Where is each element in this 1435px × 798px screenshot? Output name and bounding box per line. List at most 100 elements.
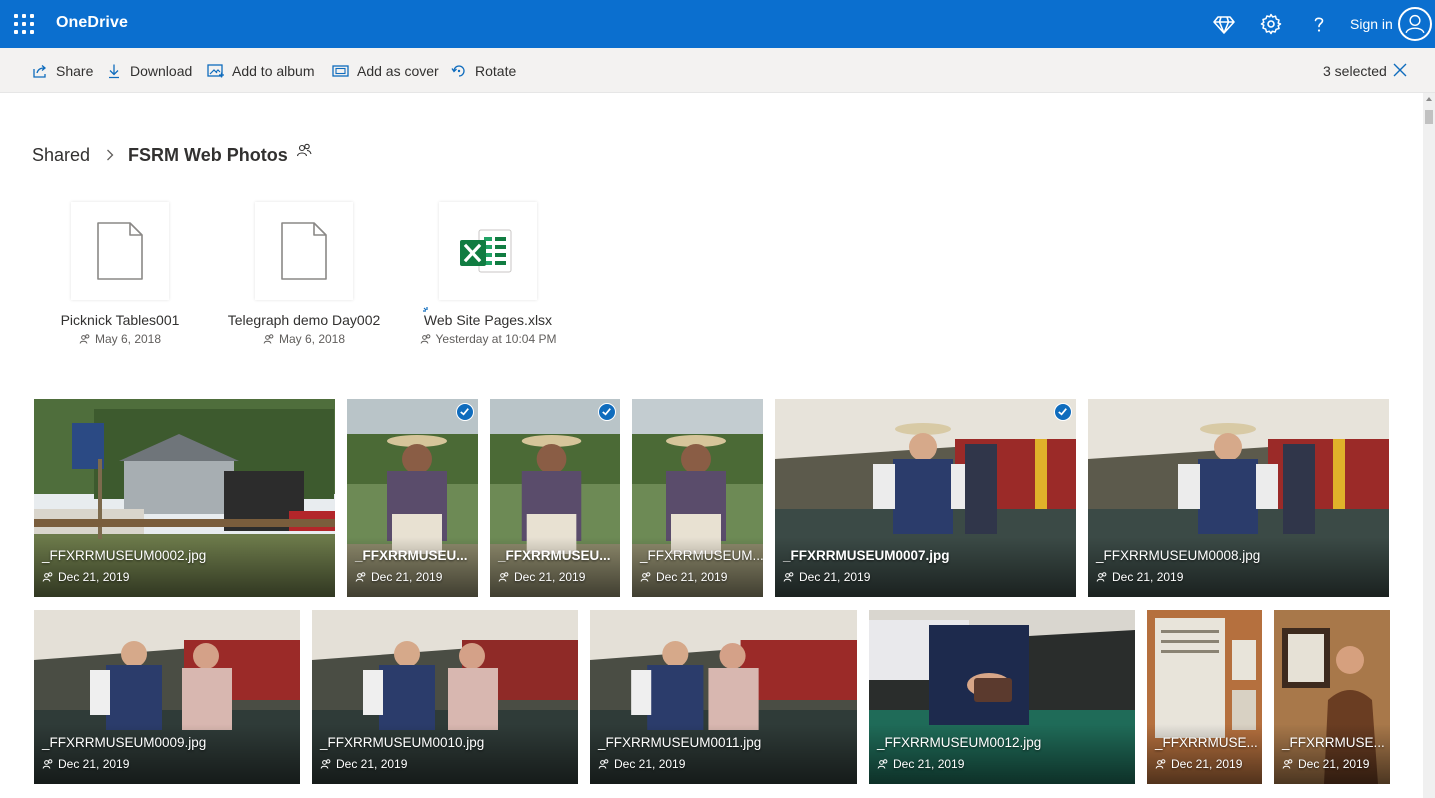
selection-count: 3 selected xyxy=(1323,63,1387,79)
photo-tile[interactable]: _FFXRRMUSEUM0002.jpg Dec 21, 2019 xyxy=(34,399,335,597)
shared-people-icon xyxy=(42,572,53,582)
photo-date: Dec 21, 2019 xyxy=(1282,757,1369,771)
photo-date: Dec 21, 2019 xyxy=(640,570,727,584)
file-meta: Yesterday at 10:04 PM xyxy=(396,332,580,346)
add-to-album-label: Add to album xyxy=(232,63,315,79)
file-name: Web Site Pages.xlsx xyxy=(423,312,553,328)
photo-tile[interactable]: _FFXRRMUSEUM0008.jpg Dec 21, 2019 xyxy=(1088,399,1389,597)
photo-name: _FFXRRMUSEUM0009.jpg xyxy=(42,735,207,750)
shared-people-icon xyxy=(498,572,509,582)
rotate-button[interactable]: Rotate xyxy=(451,60,516,82)
app-launcher-icon[interactable] xyxy=(14,14,34,34)
sign-in-link[interactable]: Sign in xyxy=(1350,16,1393,32)
app-title[interactable]: OneDrive xyxy=(56,14,128,32)
document-icon xyxy=(281,222,327,280)
cover-icon xyxy=(332,65,349,77)
photo-name: _FFXRRMUSEUM0008.jpg xyxy=(1096,548,1261,563)
shared-people-icon xyxy=(877,759,888,769)
file-date: May 6, 2018 xyxy=(278,332,346,346)
share-button[interactable]: Share xyxy=(32,60,93,82)
help-icon[interactable] xyxy=(1307,12,1331,36)
breadcrumb: Shared FSRM Web Photos xyxy=(32,142,312,168)
file-tile[interactable]: Web Site Pages.xlsx Yesterday at 10:04 P… xyxy=(396,202,580,352)
suite-header: OneDrive Sign in xyxy=(0,0,1435,48)
shared-people-icon xyxy=(79,334,90,344)
excel-file-icon xyxy=(460,229,512,273)
photo-caption-overlay xyxy=(34,724,300,784)
file-meta: May 6, 2018 xyxy=(212,332,396,346)
selected-check-icon[interactable] xyxy=(456,403,474,421)
photo-date-text: Dec 21, 2019 xyxy=(893,757,965,771)
photo-name: _FFXRRMUSE... xyxy=(1282,735,1385,750)
photo-caption-overlay xyxy=(1088,537,1389,597)
premium-diamond-icon[interactable] xyxy=(1212,12,1236,36)
photo-caption-overlay xyxy=(1147,724,1262,784)
add-as-cover-button[interactable]: Add as cover xyxy=(332,60,439,82)
photo-date-text: Dec 21, 2019 xyxy=(1171,757,1243,771)
photo-caption-overlay xyxy=(775,537,1076,597)
file-meta: May 6, 2018 xyxy=(28,332,212,346)
photo-date-text: Dec 21, 2019 xyxy=(58,570,130,584)
photo-date-text: Dec 21, 2019 xyxy=(58,757,130,771)
shared-people-icon xyxy=(420,334,430,344)
shared-people-icon xyxy=(783,572,794,582)
selected-check-icon[interactable] xyxy=(598,403,616,421)
file-thumbnail xyxy=(439,202,537,300)
photo-name: _FFXRRMUSEU... xyxy=(498,548,611,563)
photo-date: Dec 21, 2019 xyxy=(42,757,129,771)
file-tile[interactable]: Picknick Tables001 May 6, 2018 xyxy=(28,202,212,352)
vertical-scrollbar[interactable] xyxy=(1423,93,1435,798)
shared-people-icon xyxy=(263,334,274,344)
shared-people-icon xyxy=(42,759,53,769)
photo-caption-overlay xyxy=(1274,724,1390,784)
rotate-label: Rotate xyxy=(475,63,517,79)
download-button[interactable]: Download xyxy=(106,60,192,82)
photo-tile[interactable]: _FFXRRMUSEU... Dec 21, 2019 xyxy=(490,399,620,597)
photo-tile[interactable]: _FFXRRMUSE... Dec 21, 2019 xyxy=(1147,610,1262,784)
photo-name: _FFXRRMUSEUM0007.jpg xyxy=(783,548,950,563)
photo-name: _FFXRRMUSEUM... xyxy=(640,548,763,563)
shared-people-icon xyxy=(1282,759,1293,769)
download-label: Download xyxy=(130,63,193,79)
photo-tile[interactable]: _FFXRRMUSE... Dec 21, 2019 xyxy=(1274,610,1390,784)
file-date: Yesterday at 10:04 PM xyxy=(435,332,557,346)
scroll-up-arrow-icon[interactable] xyxy=(1426,97,1432,101)
shared-people-icon xyxy=(1155,759,1166,769)
shared-people-icon xyxy=(355,572,366,582)
selected-check-icon[interactable] xyxy=(1054,403,1072,421)
document-icon xyxy=(97,222,143,280)
photo-name: _FFXRRMUSE... xyxy=(1155,735,1258,750)
file-thumbnail xyxy=(255,202,353,300)
user-avatar-icon[interactable] xyxy=(1398,7,1432,41)
file-name: Picknick Tables001 xyxy=(60,312,180,328)
photo-name: _FFXRRMUSEUM0011.jpg xyxy=(598,735,762,750)
photo-tile[interactable]: _FFXRRMUSEUM0009.jpg Dec 21, 2019 xyxy=(34,610,300,784)
shared-people-icon xyxy=(598,759,609,769)
command-bar: Share Download Add to album Add as cover… xyxy=(0,48,1435,93)
album-icon xyxy=(207,64,224,78)
breadcrumb-shared[interactable]: Shared xyxy=(32,145,90,166)
photo-name: _FFXRRMUSEUM0012.jpg xyxy=(877,735,1042,750)
add-to-album-button[interactable]: Add to album xyxy=(207,60,315,82)
file-tile[interactable]: Telegraph demo Day002 May 6, 2018 xyxy=(212,202,396,352)
photo-caption-overlay xyxy=(490,537,620,597)
photo-caption-overlay xyxy=(590,724,857,784)
photo-tile[interactable]: _FFXRRMUSEUM0012.jpg Dec 21, 2019 xyxy=(869,610,1135,784)
photo-tile[interactable]: _FFXRRMUSEU... Dec 21, 2019 xyxy=(347,399,478,597)
rotate-icon xyxy=(451,65,465,77)
settings-gear-icon[interactable] xyxy=(1259,12,1283,36)
photo-date: Dec 21, 2019 xyxy=(783,570,870,584)
download-icon xyxy=(109,64,119,79)
photo-date-text: Dec 21, 2019 xyxy=(614,757,686,771)
clear-selection-icon[interactable] xyxy=(1392,62,1408,78)
shared-people-icon[interactable] xyxy=(296,142,312,158)
photo-tile[interactable]: _FFXRRMUSEUM... Dec 21, 2019 xyxy=(632,399,763,597)
photo-date-text: Dec 21, 2019 xyxy=(1112,570,1184,584)
photo-tile[interactable]: _FFXRRMUSEUM0011.jpg Dec 21, 2019 xyxy=(590,610,857,784)
photo-date-text: Dec 21, 2019 xyxy=(1298,757,1370,771)
scroll-thumb[interactable] xyxy=(1425,110,1433,124)
photo-tile[interactable]: _FFXRRMUSEUM0010.jpg Dec 21, 2019 xyxy=(312,610,578,784)
photo-tile[interactable]: _FFXRRMUSEUM0007.jpg Dec 21, 2019 xyxy=(775,399,1076,597)
photo-date-text: Dec 21, 2019 xyxy=(799,570,871,584)
share-icon xyxy=(33,65,47,78)
